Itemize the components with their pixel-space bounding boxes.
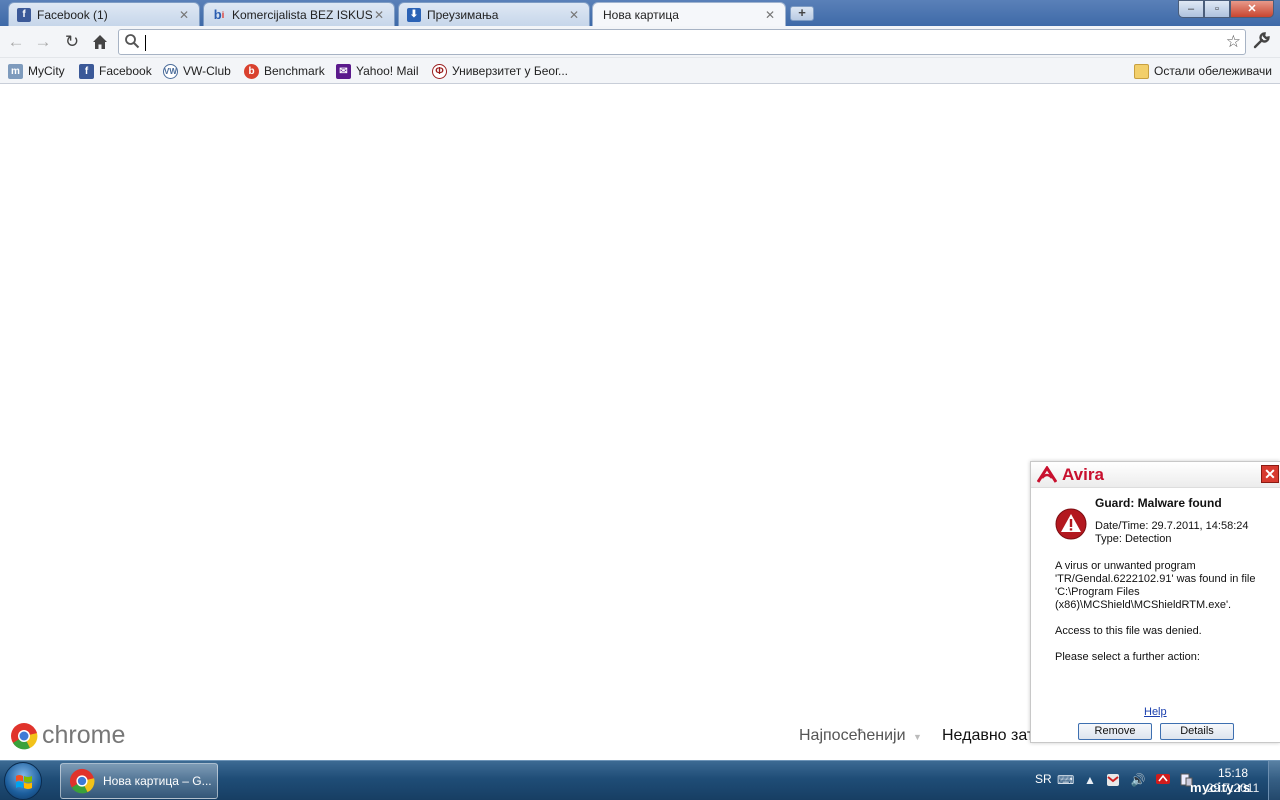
wrench-icon[interactable] [1252,31,1272,51]
screen: f Facebook (1) ✕ bi Komercijalista BEZ I… [0,0,1280,800]
message-line: 'C:\Program Files [1055,586,1140,598]
language-indicator[interactable]: SR [1035,772,1052,800]
window-controls: – ▫ ✕ [1178,0,1274,18]
warning-icon [1055,508,1087,540]
windows-logo-icon [16,775,32,789]
omnibox[interactable]: ☆ [118,29,1246,55]
tab-close-icon[interactable]: ✕ [177,8,191,22]
avira-prompt-text: Please select a further action: [1055,651,1200,663]
maximize-button[interactable]: ▫ [1204,0,1230,18]
tab-strip: f Facebook (1) ✕ bi Komercijalista BEZ I… [0,0,1280,27]
avira-meta: Date/Time: 29.7.2011, 14:58:24 Type: Det… [1095,520,1249,546]
avira-tray-icon[interactable] [1155,773,1171,789]
download-icon: ⬇ [407,7,421,22]
chrome-wordmark: chrome [42,721,126,749]
taskbar-item-label: Нова картица – G... [103,774,212,788]
bookmark-vw-club[interactable]: VW VW-Club [163,62,231,80]
remove-button[interactable]: Remove [1078,723,1152,740]
address-input[interactable] [143,32,1213,52]
home-icon[interactable] [90,32,110,52]
mycity-icon: m [8,63,23,79]
recently-closed-menu[interactable]: Недавно зат [942,727,1034,745]
chrome-icon [11,722,38,749]
details-button[interactable]: Details [1160,723,1234,740]
show-hidden-icons-icon[interactable]: ▲ [1082,773,1098,789]
bookmark-star-icon[interactable]: ☆ [1226,32,1241,52]
tab-title: Komercijalista BEZ ISKUSTV [232,7,372,22]
benchmark-icon: b [244,63,259,79]
chevron-down-icon: ▼ [912,732,922,742]
tab-title: Нова картица [603,8,679,22]
bookmark-university[interactable]: Ф Универзитет у Беог... [432,62,568,80]
avira-message: A virus or unwanted program 'TR/Gendal.6… [1055,560,1275,677]
chrome-logo: chrome [10,721,125,750]
minimize-button[interactable]: – [1178,0,1204,18]
most-visited-menu[interactable]: Најпосећенији ▼ [799,727,922,745]
forward-arrow-icon[interactable]: → [33,32,53,52]
bookmark-facebook[interactable]: f Facebook [79,62,152,80]
yahoo-mail-icon: ✉ [336,63,351,79]
bookmarks-bar: m MyCity f Facebook VW VW-Club b Benchma… [0,58,1280,84]
taskbar: Нова картица – G... SR ⌨ ▲ 🔊 15:18 29.7.… [0,760,1280,800]
avira-help-link[interactable]: Help [1144,706,1167,718]
search-icon [125,34,140,49]
tab-komercijalista[interactable]: bi Komercijalista BEZ ISKUSTV ✕ [203,2,395,26]
message-line: 'TR/Gendal.6222102.91' was found in file [1055,573,1256,585]
b-icon: bi [213,7,225,22]
message-line: (x86)\MCShield\MCShieldRTM.exe'. [1055,599,1232,611]
facebook-icon: f [17,7,31,22]
bookmark-label: Yahoo! Mail [356,64,419,78]
watermark: mycity.rs [1190,780,1251,795]
vw-icon: VW [163,63,178,79]
avira-access-text: Access to this file was denied. [1055,625,1202,637]
bookmark-label: Универзитет у Беог... [452,64,569,78]
avira-notification: Avira ✕ Guard: Malware found Date/Time: … [1030,461,1280,743]
other-bookmarks[interactable]: Остали обележивачи [1134,62,1272,80]
avira-type: Type: Detection [1095,533,1172,545]
avira-heading: Guard: Malware found [1095,496,1222,510]
bookmark-label: MyCity [28,64,65,78]
start-button[interactable] [4,762,42,800]
bookmark-label: Facebook [99,64,152,78]
keyboard-icon[interactable]: ⌨ [1057,773,1074,789]
bookmark-mycity[interactable]: m MyCity [8,62,65,80]
new-tab-button[interactable]: + [790,6,814,21]
show-desktop-button[interactable] [1268,761,1280,800]
clock-time: 15:18 [1217,766,1249,780]
university-icon: Ф [432,63,447,79]
folder-icon [1134,63,1150,79]
facebook-icon: f [79,63,94,79]
most-visited-label: Најпосећенији [799,727,906,744]
tab-facebook[interactable]: f Facebook (1) ✕ [8,2,200,26]
tab-close-icon[interactable]: ✕ [567,8,581,22]
chrome-icon [69,768,95,794]
avira-umbrella-icon [1037,466,1057,483]
text-caret [145,35,146,51]
other-bookmarks-label: Остали обележивачи [1154,64,1272,78]
bookmark-label: Benchmark [264,64,325,78]
reload-icon[interactable]: ↻ [62,32,82,52]
avira-logo: Avira [1037,465,1104,485]
bookmark-yahoo-mail[interactable]: ✉ Yahoo! Mail [336,62,418,80]
mail-notify-icon[interactable] [1105,773,1121,789]
volume-icon[interactable]: 🔊 [1130,773,1146,789]
tab-new-tab[interactable]: Нова картица ✕ [592,2,786,27]
tab-downloads[interactable]: ⬇ Преузимања ✕ [398,2,590,26]
taskbar-chrome-window[interactable]: Нова картица – G... [60,763,218,799]
tab-title: Facebook (1) [37,7,108,22]
tab-close-icon[interactable]: ✕ [763,8,777,22]
avira-datetime: Date/Time: 29.7.2011, 14:58:24 [1095,520,1249,532]
close-button[interactable]: ✕ [1230,0,1274,18]
tab-close-icon[interactable]: ✕ [372,8,386,22]
back-arrow-icon[interactable]: ← [6,32,26,52]
avira-header: Avira ✕ [1031,462,1280,488]
toolbar: ← → ↻ ☆ [0,26,1280,58]
avira-brand: Avira [1062,465,1104,484]
avira-close-button[interactable]: ✕ [1261,465,1279,483]
message-line: A virus or unwanted program [1055,560,1196,572]
bookmark-benchmark[interactable]: b Benchmark [244,62,325,80]
bookmark-label: VW-Club [183,64,231,78]
tab-title: Преузимања [427,7,499,22]
